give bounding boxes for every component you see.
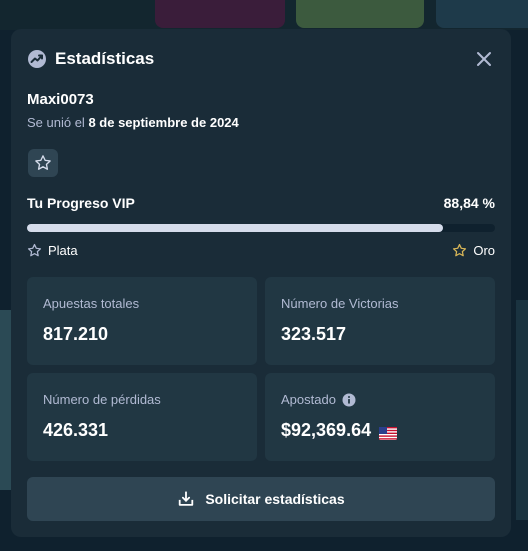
statistics-modal: Estadísticas Maxi0073 Se unió el 8 de se… bbox=[11, 29, 511, 537]
stat-value: $92,369.64 bbox=[281, 420, 372, 440]
stat-label: Apuestas totales bbox=[43, 296, 140, 311]
request-statistics-button[interactable]: Solicitar estadísticas bbox=[27, 477, 495, 521]
stat-card-losses: Número de pérdidas 426.331 bbox=[27, 373, 257, 461]
request-statistics-label: Solicitar estadísticas bbox=[205, 491, 345, 507]
stat-label: Número de Victorias bbox=[281, 296, 399, 311]
stat-card-total-bets: Apuestas totales 817.210 bbox=[27, 277, 257, 365]
stat-label: Apostado bbox=[281, 392, 336, 407]
background-game-card bbox=[155, 0, 285, 28]
stat-value: 817.210 bbox=[43, 324, 109, 344]
stat-card-wins: Número de Victorias 323.517 bbox=[265, 277, 495, 365]
vip-progress-bar bbox=[27, 224, 495, 232]
joined-prefix: Se unió el bbox=[27, 115, 85, 130]
stat-label: Número de pérdidas bbox=[43, 392, 161, 407]
background-game-card bbox=[516, 300, 528, 520]
joined-date-text: Se unió el 8 de septiembre de 2024 bbox=[27, 115, 239, 130]
gold-star-icon bbox=[453, 243, 467, 257]
stat-label-row: Apostado bbox=[281, 392, 356, 407]
us-flag-icon bbox=[379, 424, 398, 440]
vip-progress-value: 88,84 % bbox=[443, 195, 495, 211]
current-rank-label: Plata bbox=[48, 243, 78, 258]
stat-value: 323.517 bbox=[281, 324, 347, 344]
next-rank: Oro bbox=[452, 243, 495, 258]
background-game-card bbox=[436, 0, 528, 28]
next-rank-label: Oro bbox=[473, 243, 495, 258]
info-icon[interactable] bbox=[342, 393, 356, 407]
modal-title: Estadísticas bbox=[55, 49, 155, 68]
stat-value: 426.331 bbox=[43, 420, 109, 440]
download-icon bbox=[179, 491, 194, 506]
close-button[interactable] bbox=[473, 48, 495, 70]
background-game-card bbox=[296, 0, 424, 28]
vip-progress-label: Tu Progreso VIP bbox=[27, 195, 135, 211]
modal-header: Estadísticas bbox=[27, 47, 495, 71]
stats-trend-icon bbox=[27, 49, 47, 69]
vip-progress-fill bbox=[27, 224, 443, 232]
joined-date: 8 de septiembre de 2024 bbox=[88, 115, 239, 130]
current-rank: Plata bbox=[27, 243, 78, 258]
stat-value-row: $92,369.64 bbox=[281, 420, 398, 441]
username: Maxi0073 bbox=[27, 91, 94, 108]
close-icon bbox=[477, 52, 491, 66]
stat-card-wagered: Apostado $92,369.64 bbox=[265, 373, 495, 461]
star-icon bbox=[35, 155, 51, 170]
silver-star-icon bbox=[27, 243, 42, 257]
vip-badge bbox=[28, 149, 58, 177]
